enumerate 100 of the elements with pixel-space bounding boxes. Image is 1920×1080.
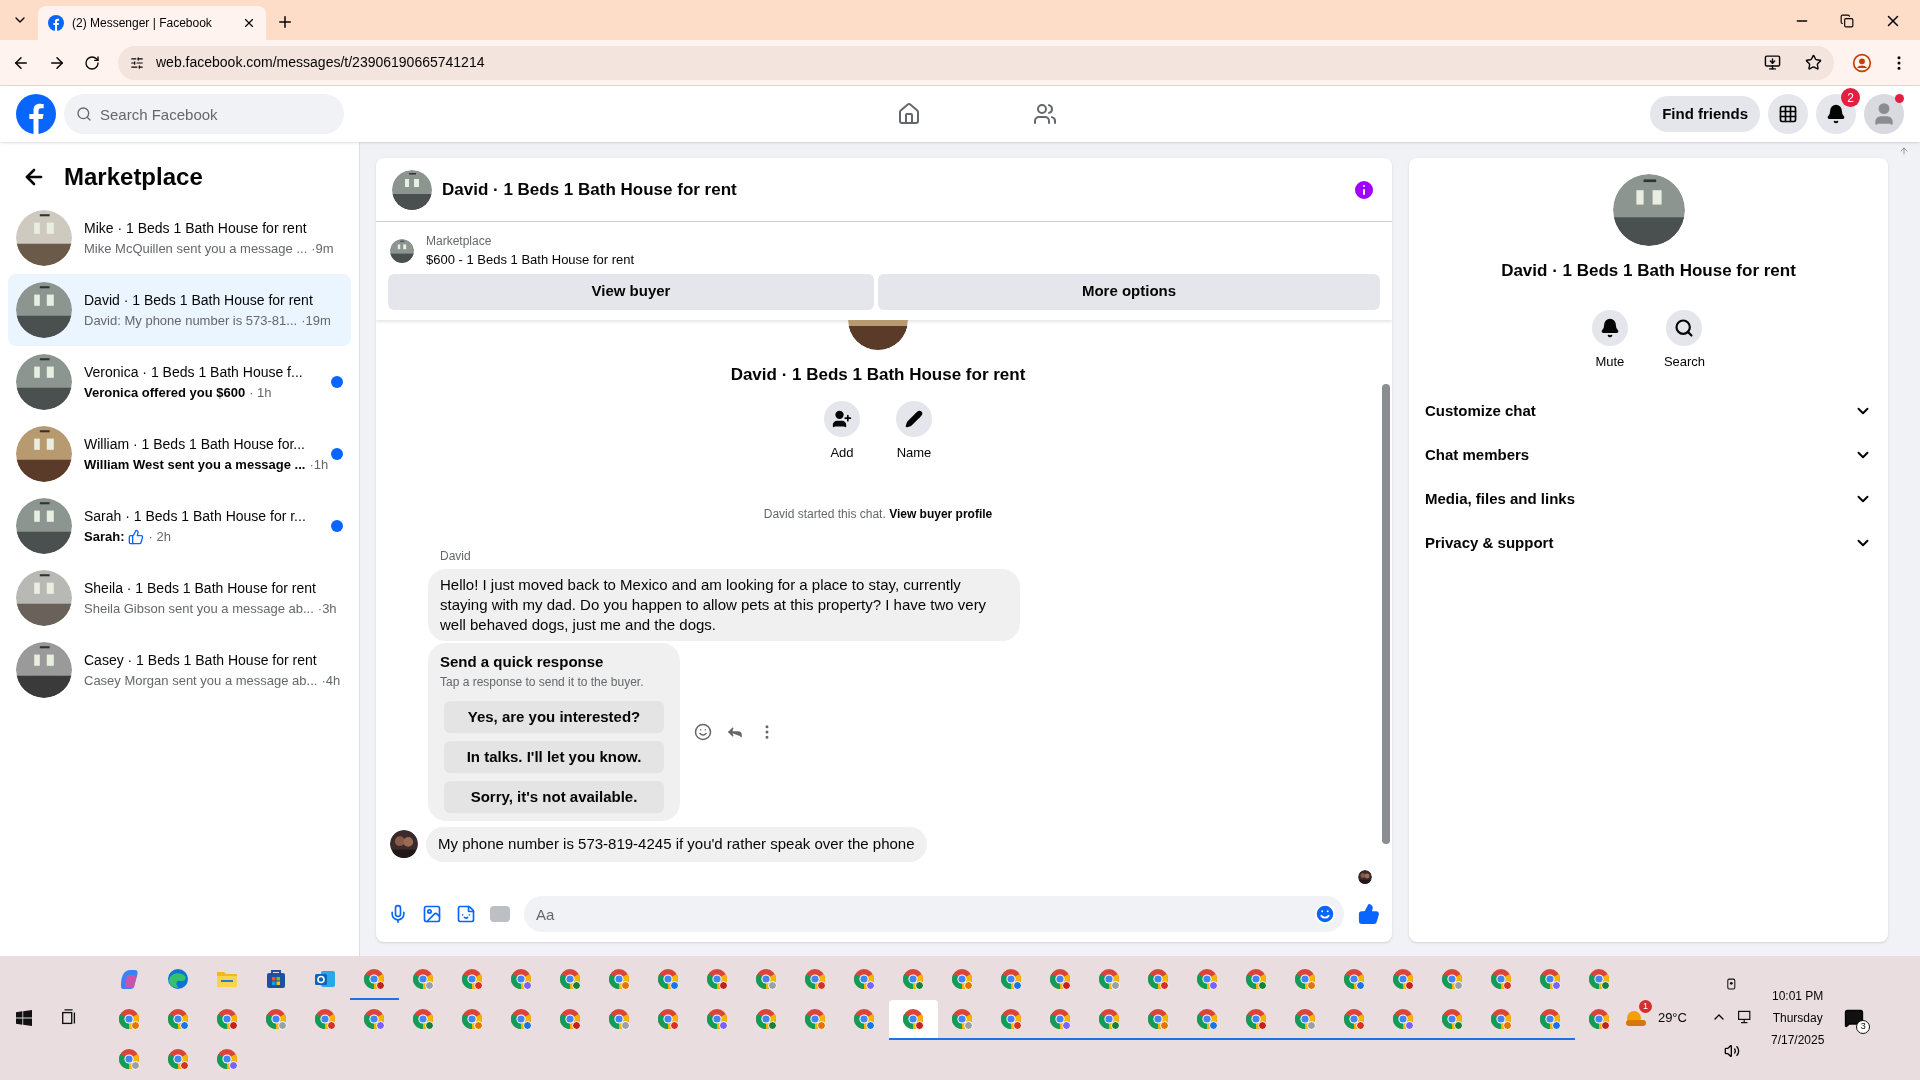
chrome-icon xyxy=(460,967,485,991)
conversation-item[interactable]: David · 1 Beds 1 Bath House for rent David: My phone number is 573-81... ·19m xyxy=(8,274,351,346)
reload-icon[interactable] xyxy=(84,54,100,71)
message-preview: Casey Morgan sent you a message ab... xyxy=(84,671,318,690)
chrome-icon xyxy=(705,1007,730,1031)
notifications-icon[interactable] xyxy=(1844,1008,1865,1028)
action-button[interactable]: More options xyxy=(878,273,1380,310)
tab-title: (2) Messenger | Facebook xyxy=(72,15,213,32)
quick-response-button[interactable]: Sorry, it's not available. xyxy=(444,781,664,813)
pencil-icon xyxy=(905,410,923,428)
scroll-up-icon[interactable] xyxy=(1899,146,1909,156)
message-time: · 2h xyxy=(148,527,171,546)
chrome-icon xyxy=(607,967,632,991)
chrome-icon xyxy=(999,967,1024,991)
intro-action-label: Name xyxy=(896,444,932,462)
install-icon[interactable] xyxy=(1764,54,1781,71)
chrome-icon xyxy=(1538,967,1563,991)
chrome-icon xyxy=(362,967,387,991)
facebook-logo[interactable] xyxy=(16,94,56,134)
chrome-icon xyxy=(117,1007,142,1031)
chrome-icon xyxy=(215,1007,240,1031)
network-icon[interactable] xyxy=(1736,1009,1753,1025)
details-section[interactable]: Media, files and links xyxy=(1425,477,1872,521)
volume-icon[interactable] xyxy=(1723,1043,1740,1059)
address-bar[interactable]: web.facebook.com/messages/t/23906190665741214 xyxy=(118,45,1834,80)
message-time: ·9m xyxy=(311,239,334,258)
site-settings-icon[interactable] xyxy=(130,55,144,70)
message-bubble: Hello! I just moved back to Mexico and am looking for a place to stay, currently staying with my dad. Do you happen to allow pets at this property? I have two very well behaved dogs, just me and the dogs. xyxy=(428,568,1020,641)
message-field[interactable]: Aa xyxy=(524,896,1344,932)
chrome-icon xyxy=(656,967,681,991)
conversation-item[interactable]: Casey · 1 Beds 1 Bath House for rent Casey Morgan sent you a message ab... ·4h xyxy=(8,634,351,706)
photo-icon[interactable] xyxy=(422,904,442,924)
quick-response-button[interactable]: Yes, are you interested? xyxy=(444,701,664,733)
thumbs-up-icon[interactable] xyxy=(1358,903,1380,925)
details-action-button[interactable] xyxy=(1666,309,1703,346)
notifications-button[interactable] xyxy=(1816,94,1856,134)
clock-time: 10:01 PM xyxy=(1771,988,1824,1005)
chrome-icon xyxy=(166,1047,191,1071)
grid-icon xyxy=(1778,104,1798,124)
details-section[interactable]: Customize chat xyxy=(1425,389,1872,433)
message-preview: Mike McQuillen sent you a message ... xyxy=(84,239,308,258)
buyer-profile-link[interactable]: View buyer profile xyxy=(889,506,993,521)
url-text: web.facebook.com/messages/t/23906190665741214 xyxy=(156,53,486,72)
chrome-icon xyxy=(460,1007,485,1031)
details-action-button[interactable] xyxy=(1591,309,1628,346)
chrome-icon xyxy=(1146,1007,1171,1031)
intro-action-label: Add xyxy=(830,444,854,462)
details-action-label: Mute xyxy=(1595,352,1625,371)
profile-icon[interactable] xyxy=(1852,52,1872,73)
chrome-icon xyxy=(166,1007,191,1031)
search-icon xyxy=(76,106,92,122)
conversation-title: David · 1 Beds 1 Bath House for rent xyxy=(84,290,314,310)
chrome-icon xyxy=(1048,967,1073,991)
new-tab-icon[interactable] xyxy=(276,13,294,31)
friends-icon[interactable] xyxy=(1033,102,1058,126)
home-icon[interactable] xyxy=(897,102,922,126)
bookmark-icon[interactable] xyxy=(1805,54,1822,71)
bell-icon xyxy=(1826,104,1846,124)
conversation-item[interactable]: Sheila · 1 Beds 1 Bath House for rent Sheila Gibson sent you a message ab... ·3h xyxy=(8,562,351,634)
conversation-title: Sarah · 1 Beds 1 Bath House for r... xyxy=(84,506,307,526)
sticker-icon[interactable] xyxy=(456,904,476,924)
details-action-label: Search xyxy=(1663,352,1706,371)
conversation-item[interactable]: William · 1 Beds 1 Bath House for... William West sent you a message ... ·1h xyxy=(8,418,351,490)
action-button[interactable]: View buyer xyxy=(388,273,874,310)
conversation-item[interactable]: Veronica · 1 Beds 1 Bath House f... Veronica offered you $600 · 1h xyxy=(8,346,351,418)
start-icon[interactable] xyxy=(16,1010,32,1026)
restore-icon[interactable] xyxy=(1840,14,1854,28)
find-friends-button[interactable]: Find friends xyxy=(1650,96,1760,132)
thumbs-up-icon xyxy=(128,528,145,545)
intro-action-button[interactable] xyxy=(824,401,860,437)
close-icon[interactable] xyxy=(242,16,256,30)
quick-response-button[interactable]: In talks. I'll let you know. xyxy=(444,741,664,773)
message-preview: Sheila Gibson sent you a message ab... xyxy=(84,599,314,618)
react-icon[interactable] xyxy=(694,722,712,741)
conversation-title: Casey · 1 Beds 1 Bath House for rent xyxy=(84,650,318,670)
chrome-icon xyxy=(901,1007,926,1031)
conversation-item[interactable]: Sarah · 1 Beds 1 Bath House for r... Sarah: · 2h xyxy=(8,490,351,562)
chat-started-text: David started this chat. xyxy=(763,506,886,521)
chrome-icon xyxy=(1097,967,1122,991)
emoji-icon[interactable] xyxy=(1314,903,1336,925)
chrome-icon xyxy=(754,1007,779,1031)
sender-name: David xyxy=(440,547,472,565)
browser-tab[interactable]: (2) Messenger | Facebook xyxy=(38,6,266,40)
search-field[interactable]: Search Facebook xyxy=(64,94,344,134)
account-button[interactable] xyxy=(1864,94,1904,134)
menu-button[interactable] xyxy=(1768,94,1808,134)
message-time: ·1h xyxy=(309,455,329,474)
details-section[interactable]: Privacy & support xyxy=(1425,521,1872,565)
chat-title: David · 1 Beds 1 Bath House for rent xyxy=(442,178,738,201)
task-view-icon[interactable] xyxy=(60,1009,78,1027)
taskbar-app-button[interactable] xyxy=(888,1000,938,1040)
message-preview: Veronica offered you $600 xyxy=(84,383,246,402)
conversation-item[interactable]: Mike · 1 Beds 1 Bath House for rent Mike McQuillen sent you a message ... ·9m xyxy=(8,202,351,274)
details-section[interactable]: Chat members xyxy=(1425,433,1872,477)
intro-action-button[interactable] xyxy=(896,401,932,437)
conversation-title: Sheila · 1 Beds 1 Bath House for rent xyxy=(84,578,317,598)
listing-title: $600 - 1 Beds 1 Bath House for rent xyxy=(426,251,635,269)
sidebar-title: Marketplace xyxy=(64,162,203,192)
microphone-icon[interactable] xyxy=(388,904,408,924)
chrome-icon xyxy=(705,967,730,991)
